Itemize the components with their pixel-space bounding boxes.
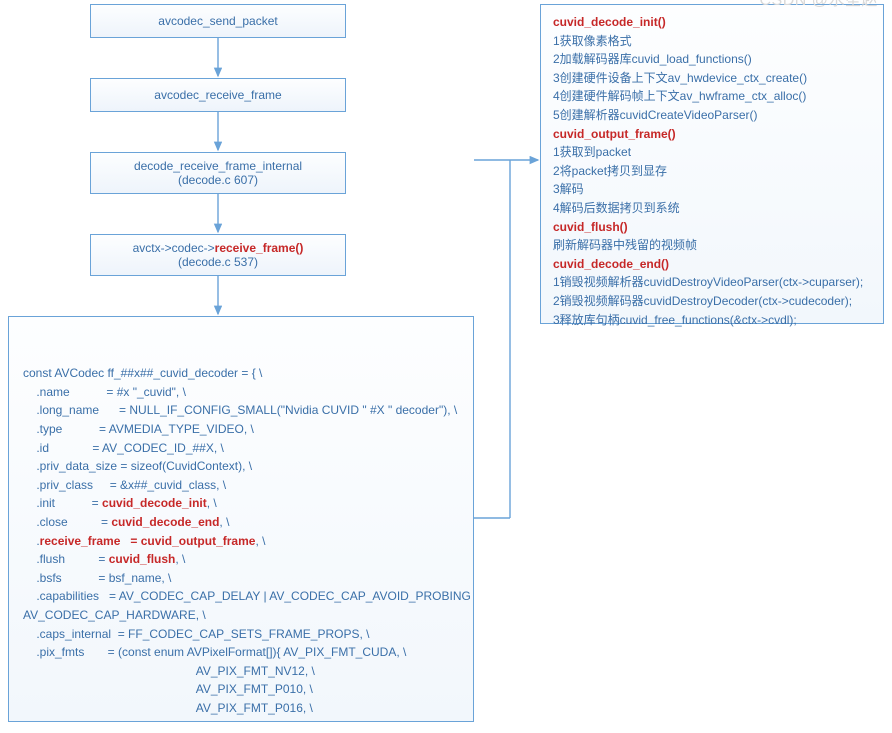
info-line: 1获取到packet <box>553 143 871 162</box>
code-line: .flush = cuvid_flush, \ <box>23 552 185 566</box>
code-line: .priv_class = &x##_cuvid_class, \ <box>23 478 226 492</box>
info-line: 5创建解析器cuvidCreateVideoParser() <box>553 106 871 125</box>
code-line: .close = cuvid_decode_end, \ <box>23 515 229 529</box>
code-line: .id = AV_CODEC_ID_##X, \ <box>23 441 224 455</box>
info-line: 1销毁视频解析器cuvidDestroyVideoParser(ctx->cup… <box>553 273 871 292</box>
code-line: const AVCodec ff_##x##_cuvid_decoder = {… <box>23 366 262 380</box>
info-line: 4解码后数据拷贝到系统 <box>553 199 871 218</box>
info-line: 3创建硬件设备上下文av_hwdevice_ctx_create() <box>553 69 871 88</box>
code-line: .type = AVMEDIA_TYPE_VIDEO, \ <box>23 422 254 436</box>
code-line: AV_CODEC_CAP_HARDWARE, \ <box>23 608 206 622</box>
code-line: .name = #x "_cuvid", \ <box>23 385 186 399</box>
node-decode-internal: decode_receive_frame_internal (decode.c … <box>90 152 346 194</box>
info-line: 2将packet拷贝到显存 <box>553 162 871 181</box>
code-line: AV_PIX_FMT_P010, \ <box>23 682 313 696</box>
info-line: 2加载解码器库cuvid_load_functions() <box>553 50 871 69</box>
code-line: .bsfs = bsf_name, \ <box>23 571 171 585</box>
node-label: avcodec_receive_frame <box>154 88 281 102</box>
info-heading-end: cuvid_decode_end() <box>553 255 871 274</box>
code-line: AV_PIX_FMT_P016, \ <box>23 701 313 715</box>
info-line: 1获取像素格式 <box>553 32 871 51</box>
node-label-line1: decode_receive_frame_internal <box>134 159 302 173</box>
code-line: AV_PIX_FMT_NONE }, \ <box>23 719 327 722</box>
info-line: 3解码 <box>553 180 871 199</box>
code-line: .receive_frame = cuvid_output_frame, \ <box>23 534 265 548</box>
watermark: CSDN @水笙赵 <box>759 0 878 10</box>
node-label-line2: (decode.c 537) <box>178 255 258 269</box>
info-heading-init: cuvid_decode_init() <box>553 13 871 32</box>
info-heading-flush: cuvid_flush() <box>553 218 871 237</box>
code-line: .priv_data_size = sizeof(CuvidContext), … <box>23 459 252 473</box>
code-line: .capabilities = AV_CODEC_CAP_DELAY | AV_… <box>23 589 474 603</box>
node-label-red: receive_frame() <box>215 241 304 255</box>
info-heading-output: cuvid_output_frame() <box>553 125 871 144</box>
node-label-prefix: avctx->codec-> <box>133 241 215 255</box>
info-line: 刷新解码器中残留的视频帧 <box>553 236 871 255</box>
code-line: .init = cuvid_decode_init, \ <box>23 496 217 510</box>
node-codec-receive-frame: avctx->codec->receive_frame() (decode.c … <box>90 234 346 276</box>
node-send-packet: avcodec_send_packet <box>90 4 346 38</box>
node-receive-frame: avcodec_receive_frame <box>90 78 346 112</box>
code-line: .pix_fmts = (const enum AVPixelFormat[])… <box>23 645 406 659</box>
node-label: avcodec_send_packet <box>158 14 277 28</box>
node-label-line2: (decode.c 607) <box>178 173 258 187</box>
cuvid-info-box: cuvid_decode_init() 1获取像素格式 2加载解码器库cuvid… <box>540 4 884 324</box>
code-line: AV_PIX_FMT_NV12, \ <box>23 664 315 678</box>
code-line: .long_name = NULL_IF_CONFIG_SMALL("Nvidi… <box>23 403 457 417</box>
code-struct-box: const AVCodec ff_##x##_cuvid_decoder = {… <box>8 316 474 722</box>
info-line: 2销毁视频解码器cuvidDestroyDecoder(ctx->cudecod… <box>553 292 871 311</box>
info-line: 4创建硬件解码帧上下文av_hwframe_ctx_alloc() <box>553 87 871 106</box>
info-line: 3释放库句柄cuvid_free_functions(&ctx->cvdl); <box>553 311 871 330</box>
code-line: .caps_internal = FF_CODEC_CAP_SETS_FRAME… <box>23 627 369 641</box>
